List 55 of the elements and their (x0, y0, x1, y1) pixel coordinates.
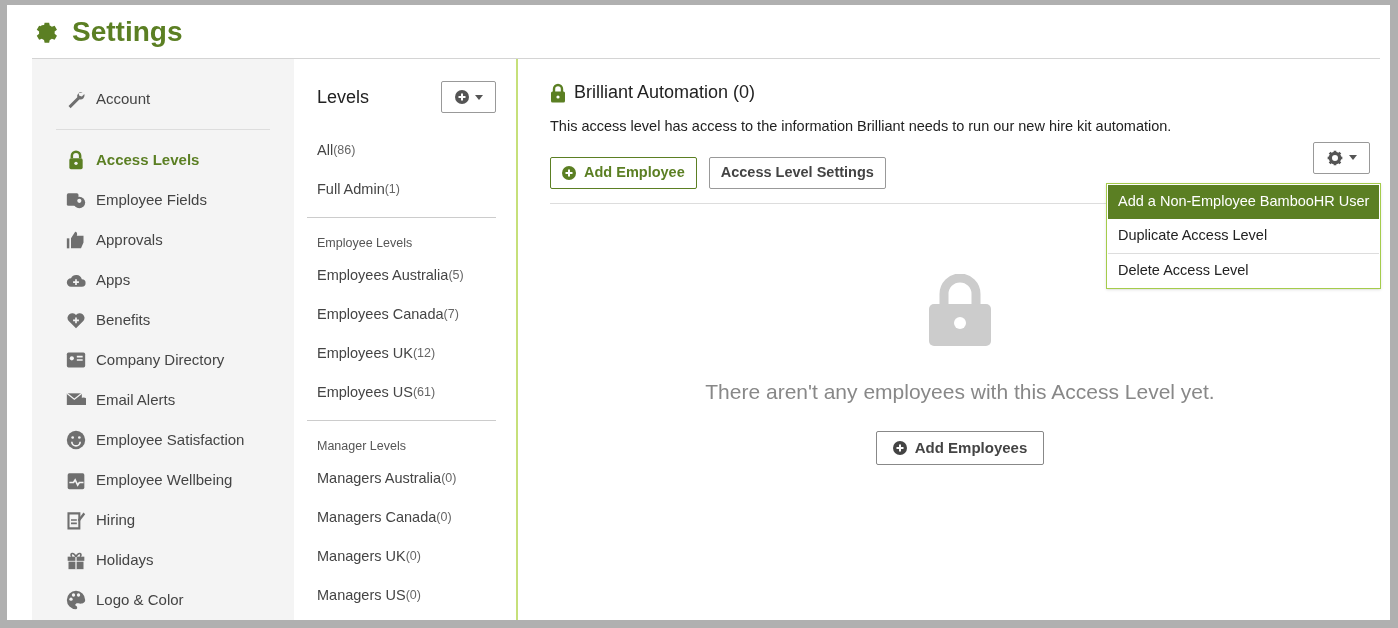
sidebar-item[interactable]: Employee Satisfaction (56, 420, 270, 460)
contact-card-icon (66, 350, 86, 370)
level-item[interactable]: Managers US(0) (317, 576, 496, 615)
caret-icon (1348, 155, 1357, 161)
sidebar-item[interactable]: Company Directory (56, 340, 270, 380)
level-item[interactable]: Employees Canada(7) (317, 295, 496, 334)
heart-icon (66, 310, 86, 330)
settings-dropdown-button[interactable] (1313, 141, 1370, 174)
sidebar-item[interactable]: Approvals (56, 220, 270, 260)
level-item[interactable]: All(86) (317, 131, 496, 170)
lock-icon (929, 273, 991, 346)
sidebar-item[interactable]: Account (56, 79, 270, 119)
plus-circle-icon (562, 165, 576, 180)
note-icon (66, 510, 86, 530)
sidebar-item[interactable]: Employee Wellbeing (56, 460, 270, 500)
sidebar-item[interactable]: Employee Fields (56, 180, 270, 220)
access-level-description: This access level has access to the information Brilliant needs to run our new hire kit automation. (550, 117, 1173, 136)
empty-state-message: There aren't any employees with this Access Level yet. (705, 378, 1215, 405)
group-heading: Employee Levels (317, 235, 414, 252)
add-employee-button[interactable]: Add Employee (550, 156, 697, 189)
group-heading: Manager Levels (317, 438, 407, 455)
gift-icon (66, 550, 86, 570)
lock-icon (66, 150, 86, 170)
level-item[interactable]: Full Admin(1) (317, 170, 496, 209)
sidebar-item[interactable]: Hiring (56, 500, 270, 540)
sidebar-item[interactable]: Benefits (56, 300, 270, 340)
caret-icon (474, 94, 483, 100)
wrench-icon (66, 89, 86, 109)
page-title: Settings (72, 14, 183, 49)
level-item[interactable]: Employees UK(12) (317, 334, 496, 373)
smiley-icon (66, 430, 86, 450)
menu-item[interactable]: Add a Non-Employee BambooHR User (1108, 185, 1379, 219)
add-level-button[interactable] (441, 81, 496, 113)
level-item[interactable]: Managers UK(0) (317, 537, 496, 576)
level-item[interactable]: Employees Australia(5) (317, 256, 496, 295)
thumbs-up-icon (66, 230, 86, 250)
lock-icon (550, 82, 566, 103)
access-level-settings-button[interactable]: Access Level Settings (708, 156, 886, 189)
level-item[interactable]: Managers Australia(0) (317, 459, 496, 498)
palette-icon (66, 590, 86, 610)
level-item[interactable]: Employees US(61) (317, 373, 496, 412)
menu-item[interactable]: Delete Access Level (1108, 253, 1379, 287)
plus-circle-icon (892, 441, 907, 456)
sidebar-item[interactable]: Logo & Color (56, 580, 270, 620)
menu-item[interactable]: Duplicate Access Level (1108, 219, 1379, 253)
sidebar-item[interactable]: Holidays (56, 540, 270, 580)
levels-title: Levels (317, 85, 370, 109)
sidebar-item[interactable]: Apps (56, 260, 270, 300)
add-employees-button[interactable]: Add Employees (875, 431, 1045, 466)
settings-icon (1326, 149, 1343, 166)
sidebar-item[interactable]: Email Alerts (56, 380, 270, 420)
plus-circle-icon (454, 90, 469, 104)
level-item[interactable]: Managers Canada(0) (317, 498, 496, 537)
sidebar-item[interactable]: Access Levels (56, 140, 270, 180)
access-level-title: Brilliant Automation (0) (574, 81, 756, 104)
